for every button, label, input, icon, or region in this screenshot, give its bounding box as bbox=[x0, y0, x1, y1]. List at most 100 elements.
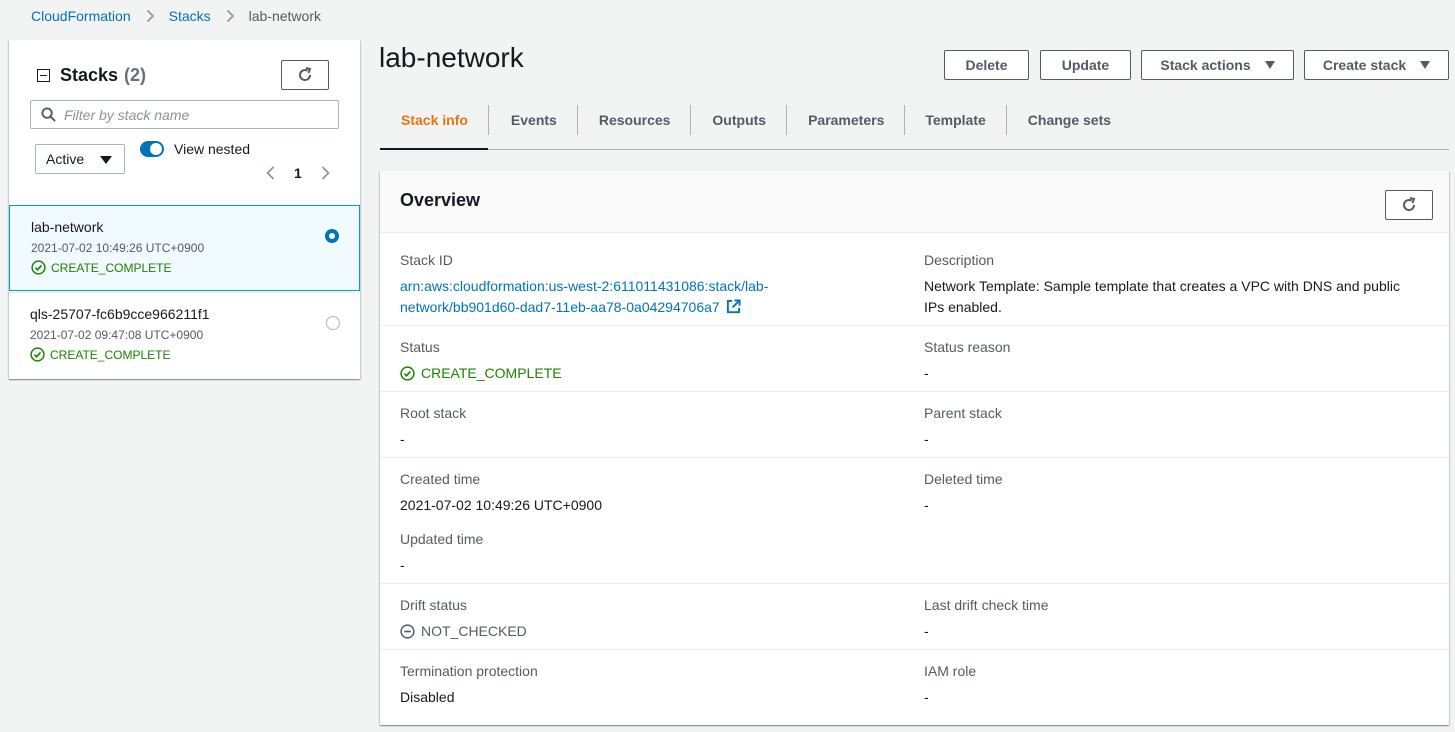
check-circle-icon bbox=[30, 347, 45, 362]
overview-row: Drift status NOT_CHECKED Last drift chec… bbox=[380, 584, 1449, 650]
create-stack-button[interactable]: Create stack bbox=[1304, 50, 1449, 80]
tab-resources[interactable]: Resources bbox=[578, 103, 691, 150]
tab-stack-info[interactable]: Stack info bbox=[380, 103, 488, 150]
parent-stack-label: Parent stack bbox=[924, 405, 1002, 421]
overview-row: Created time 2021-07-02 10:49:26 UTC+090… bbox=[380, 458, 1449, 584]
deleted-time-label: Deleted time bbox=[924, 471, 1003, 487]
updated-time-field: Updated time - bbox=[400, 531, 483, 576]
create-stack-label: Create stack bbox=[1322, 57, 1407, 73]
stack-id-line1: arn:aws:cloudformation:us-west-2:6110114… bbox=[400, 278, 769, 294]
stack-id-line2: network/bb901d60-dad7-11eb-aa78-0a042947… bbox=[400, 299, 720, 315]
check-circle-icon bbox=[400, 366, 415, 381]
chevron-right-icon bbox=[146, 9, 154, 23]
stack-id-label: Stack ID bbox=[400, 252, 453, 268]
page-title: lab-network bbox=[379, 42, 524, 73]
stack-status-select-value: Active bbox=[46, 151, 85, 167]
termination-field: Termination protection Disabled bbox=[400, 663, 538, 708]
delete-button[interactable]: Delete bbox=[944, 50, 1029, 80]
updated-time-value: - bbox=[400, 557, 405, 573]
termination-label: Termination protection bbox=[400, 663, 538, 679]
chevron-left-icon[interactable] bbox=[263, 165, 279, 181]
status-text: CREATE_COMPLETE bbox=[421, 365, 562, 381]
page-number[interactable]: 1 bbox=[294, 165, 302, 181]
stack-actions-button[interactable]: Stack actions bbox=[1141, 50, 1294, 80]
last-drift-value: - bbox=[924, 623, 929, 639]
check-circle-icon bbox=[31, 260, 46, 275]
iam-role-value: - bbox=[924, 689, 929, 705]
refresh-icon bbox=[299, 67, 312, 81]
overview-refresh-button[interactable] bbox=[1385, 190, 1433, 220]
description-line1: Network Template: Sample template that c… bbox=[924, 278, 1400, 294]
overview-card: Overview Stack ID arn:aws:cloudformation… bbox=[380, 171, 1449, 725]
status-reason-field: Status reason - bbox=[924, 339, 1010, 384]
tab-events[interactable]: Events bbox=[489, 103, 577, 150]
stack-filter-input[interactable] bbox=[64, 106, 324, 123]
tab-outputs[interactable]: Outputs bbox=[691, 103, 786, 150]
stack-actions-label: Stack actions bbox=[1160, 57, 1251, 73]
breadcrumb: CloudFormation Stacks lab-network bbox=[31, 7, 321, 25]
external-link-icon bbox=[726, 299, 741, 314]
stacks-refresh-button[interactable] bbox=[281, 60, 329, 90]
stack-created-time: 2021-07-02 09:47:08 UTC+0900 bbox=[30, 328, 204, 342]
search-icon bbox=[41, 107, 56, 122]
stack-id-link[interactable]: arn:aws:cloudformation:us-west-2:6110114… bbox=[400, 276, 768, 318]
root-stack-field: Root stack - bbox=[400, 405, 466, 450]
description-line2: IPs enabled. bbox=[924, 299, 1002, 315]
tab-change-sets[interactable]: Change sets bbox=[1007, 103, 1131, 150]
root-stack-value: - bbox=[400, 431, 405, 447]
created-time-field: Created time 2021-07-02 10:49:26 UTC+090… bbox=[400, 471, 602, 516]
deleted-time-value: - bbox=[924, 497, 929, 513]
minus-circle-icon bbox=[400, 624, 415, 639]
tab-parameters[interactable]: Parameters bbox=[787, 103, 904, 150]
overview-row: Status CREATE_COMPLETE Status reason - bbox=[380, 326, 1449, 392]
stack-radio[interactable] bbox=[326, 316, 340, 330]
stack-status-select[interactable]: Active bbox=[35, 144, 125, 174]
chevron-right-icon[interactable] bbox=[317, 165, 333, 181]
stack-status-text: CREATE_COMPLETE bbox=[51, 260, 172, 275]
breadcrumb-current: lab-network bbox=[248, 8, 321, 24]
tab-bar: Stack info Events Resources Outputs Para… bbox=[380, 103, 1449, 150]
stack-radio-selected[interactable] bbox=[325, 229, 339, 243]
refresh-icon bbox=[1403, 197, 1416, 211]
tab-template[interactable]: Template bbox=[905, 103, 1005, 150]
stack-status-text: CREATE_COMPLETE bbox=[50, 347, 171, 362]
created-time-value: 2021-07-02 10:49:26 UTC+0900 bbox=[400, 497, 602, 513]
stack-id-field: Stack ID arn:aws:cloudformation:us-west-… bbox=[400, 252, 768, 318]
caret-down-icon bbox=[1420, 61, 1431, 69]
stack-status: CREATE_COMPLETE bbox=[30, 347, 360, 362]
description-field: Description Network Template: Sample tem… bbox=[924, 252, 1400, 318]
status-reason-label: Status reason bbox=[924, 339, 1011, 355]
created-time-label: Created time bbox=[400, 471, 481, 487]
status-value: CREATE_COMPLETE bbox=[400, 363, 562, 384]
caret-down-icon bbox=[100, 156, 112, 164]
status-reason-value: - bbox=[924, 365, 929, 381]
status-label: Status bbox=[400, 339, 440, 355]
updated-time-label: Updated time bbox=[400, 531, 484, 547]
stack-filter-field[interactable] bbox=[30, 100, 339, 129]
drift-status-label: Drift status bbox=[400, 597, 467, 613]
overview-row: Stack ID arn:aws:cloudformation:us-west-… bbox=[380, 233, 1449, 326]
stack-list-item[interactable]: lab-network 2021-07-02 10:49:26 UTC+0900… bbox=[9, 205, 360, 291]
view-nested-toggle[interactable] bbox=[140, 141, 164, 157]
status-field: Status CREATE_COMPLETE bbox=[400, 339, 562, 384]
stack-list-item[interactable]: qls-25707-fc6b9cce966211f1 2021-07-02 09… bbox=[9, 292, 360, 378]
view-nested-label: View nested bbox=[174, 141, 251, 157]
caret-down-icon bbox=[1264, 61, 1275, 69]
description-label: Description bbox=[924, 252, 995, 268]
breadcrumb-stacks[interactable]: Stacks bbox=[169, 8, 211, 24]
stacks-count: (2) bbox=[124, 65, 147, 85]
collapse-icon[interactable] bbox=[37, 69, 50, 82]
stack-status: CREATE_COMPLETE bbox=[31, 260, 359, 275]
stacks-panel: Stacks (2) Active View nested 1 lab-netw… bbox=[9, 40, 360, 379]
pagination: 1 bbox=[263, 165, 333, 181]
overview-header: Overview bbox=[380, 171, 1449, 233]
stacks-panel-header: Stacks (2) bbox=[37, 65, 146, 86]
breadcrumb-cloudformation[interactable]: CloudFormation bbox=[31, 8, 131, 24]
last-drift-label: Last drift check time bbox=[924, 597, 1049, 613]
stacks-panel-title: Stacks bbox=[60, 65, 119, 85]
view-nested-toggle-wrap: View nested bbox=[140, 141, 250, 157]
description-value: Network Template: Sample template that c… bbox=[924, 276, 1400, 318]
update-button[interactable]: Update bbox=[1040, 50, 1131, 80]
overview-title: Overview bbox=[400, 190, 481, 210]
drift-status-field: Drift status NOT_CHECKED bbox=[400, 597, 527, 642]
